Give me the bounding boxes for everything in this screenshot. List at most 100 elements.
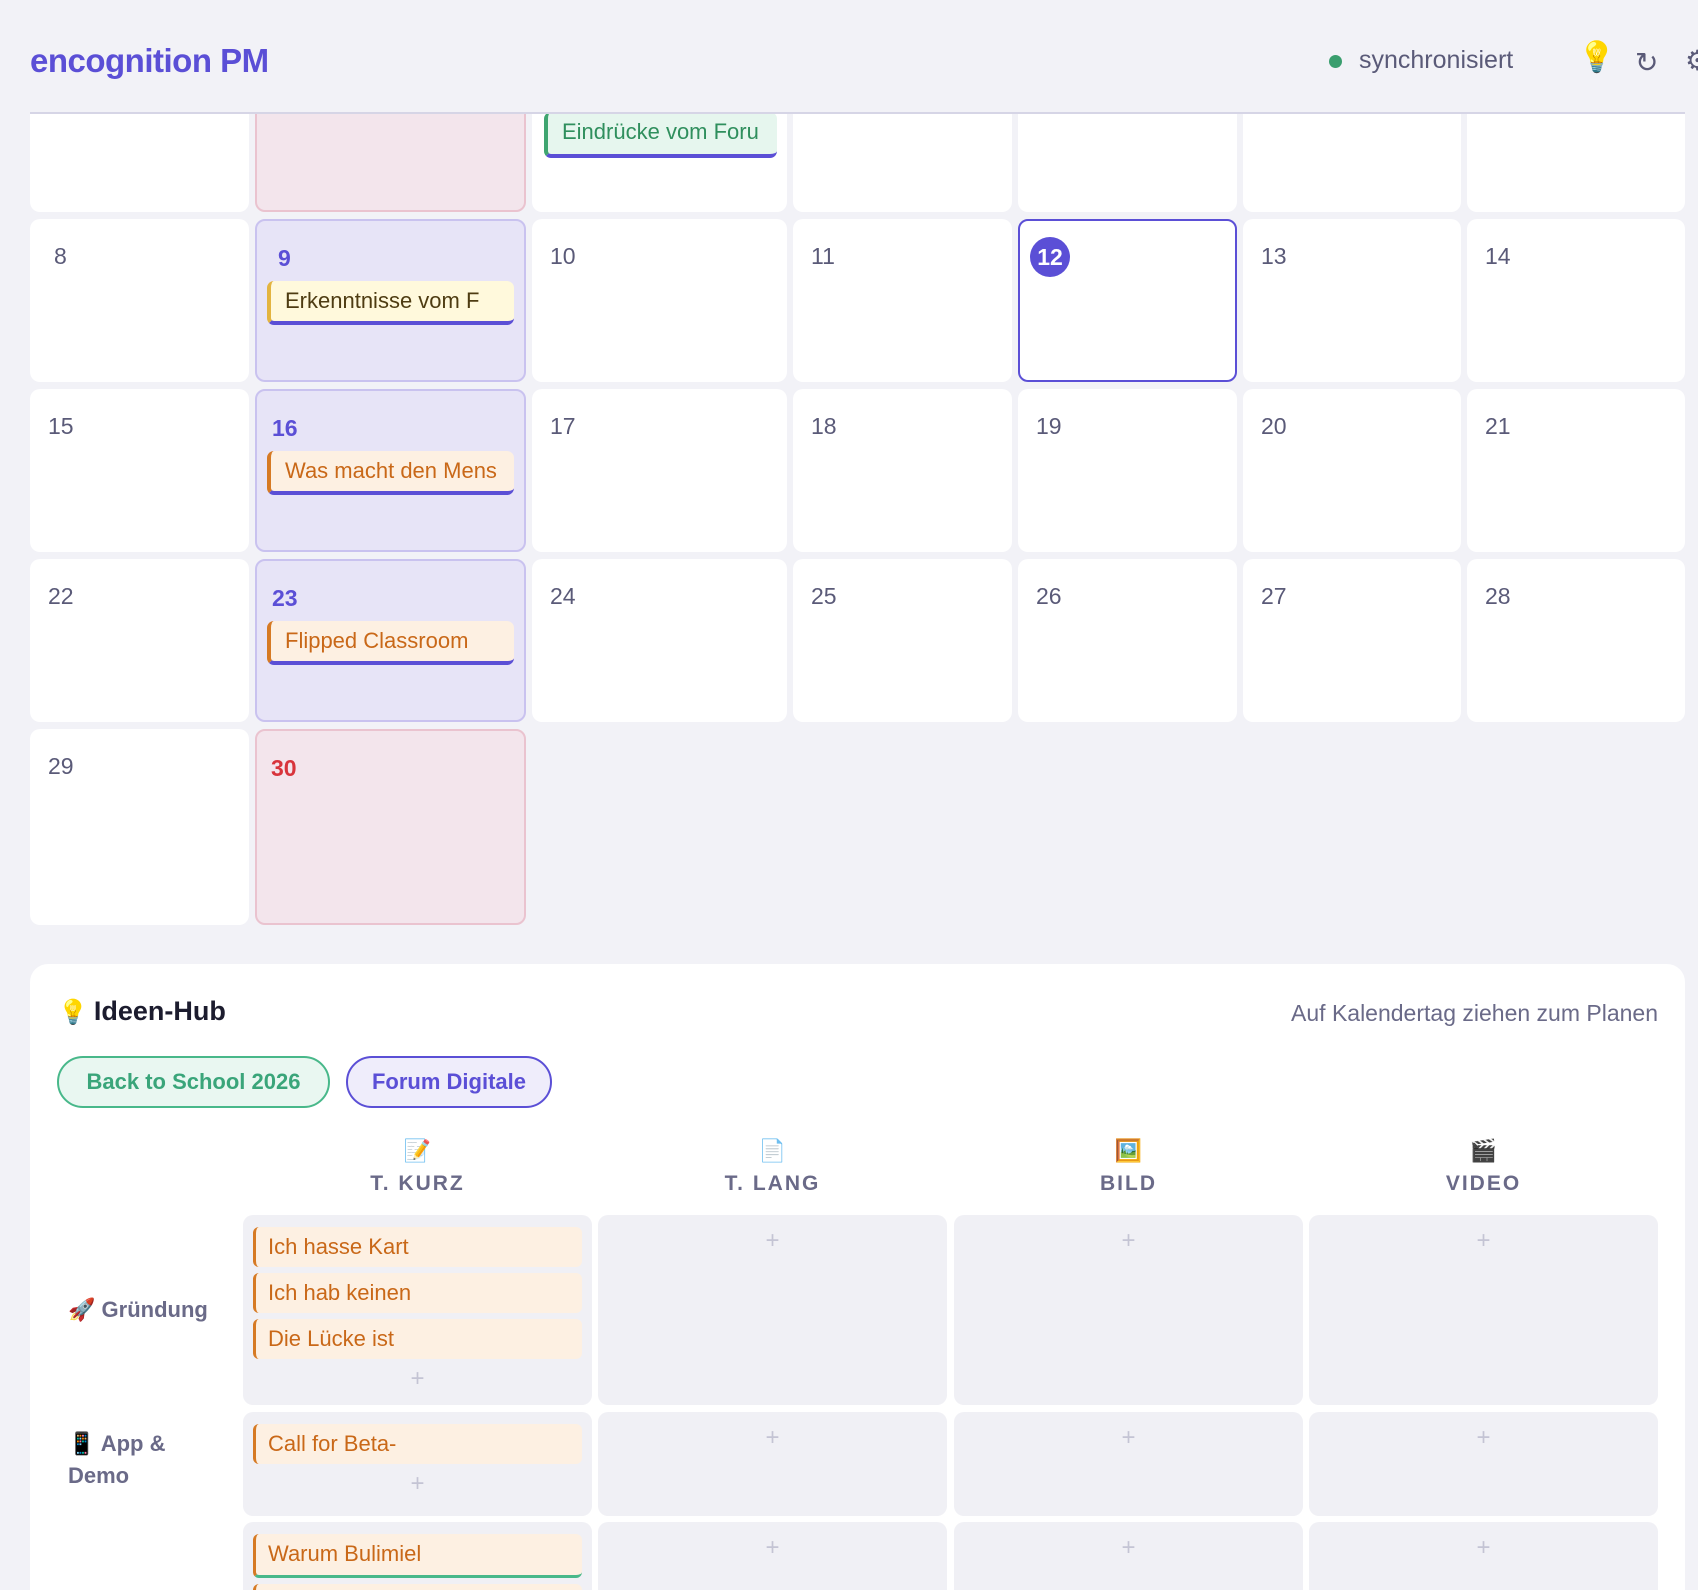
- idea-slot[interactable]: +: [954, 1215, 1303, 1405]
- calendar-day-cell[interactable]: 20: [1243, 389, 1461, 552]
- row-label-gruendung: 🚀 Gründung: [68, 1297, 208, 1322]
- calendar-day-cell[interactable]: 22: [30, 559, 249, 722]
- calendar-day-cell[interactable]: 23 Flipped Classroom: [255, 559, 526, 722]
- calendar-day-cell[interactable]: 15: [30, 389, 249, 552]
- app-header: encognition PM synchronisiert 💡 ↻ ⚙: [30, 0, 1698, 114]
- add-idea-button[interactable]: +: [243, 1365, 592, 1393]
- add-idea-button[interactable]: +: [598, 1227, 947, 1255]
- idea-slot[interactable]: Ich hasse Kart Ich hab keinen Die Lücke …: [243, 1215, 592, 1405]
- calendar-day-cell[interactable]: [793, 100, 1012, 212]
- day-number: 29: [48, 753, 74, 779]
- idea-slot[interactable]: +: [1309, 1412, 1658, 1516]
- calendar-day-cell[interactable]: 9 Erkenntnisse vom F: [255, 219, 526, 382]
- calendar-day-cell[interactable]: 14: [1467, 219, 1685, 382]
- calendar-day-cell[interactable]: 29: [30, 729, 249, 925]
- calendar-day-cell[interactable]: [1243, 100, 1461, 212]
- column-header-t-lang: 📄 T. LANG: [598, 1138, 947, 1196]
- calendar-day-cell[interactable]: 21: [1467, 389, 1685, 552]
- day-number: 23: [272, 585, 298, 611]
- add-idea-button[interactable]: +: [954, 1424, 1303, 1452]
- column-header-bild: 🖼️ BILD: [954, 1138, 1303, 1196]
- calendar-day-cell[interactable]: 10: [532, 219, 787, 382]
- calendar-day-cell[interactable]: 26: [1018, 559, 1237, 722]
- document-icon: 📄: [758, 1138, 787, 1163]
- idea-slot[interactable]: +: [954, 1412, 1303, 1516]
- day-number: 19: [1036, 413, 1062, 439]
- idea-card[interactable]: Warum Bulimiel: [253, 1534, 582, 1578]
- idea-card[interactable]: [253, 1584, 582, 1590]
- idea-slot[interactable]: Call for Beta- +: [243, 1412, 592, 1516]
- sync-status-dot: [1329, 55, 1342, 68]
- hub-hint: Auf Kalendertag ziehen zum Planen: [1291, 1000, 1658, 1026]
- calendar-day-cell[interactable]: 19: [1018, 389, 1237, 552]
- add-idea-button[interactable]: +: [598, 1534, 947, 1562]
- calendar-day-cell[interactable]: 16 Was macht den Mens: [255, 389, 526, 552]
- refresh-icon[interactable]: ↻: [1635, 46, 1658, 79]
- day-number: 8: [54, 243, 67, 269]
- calendar-day-cell[interactable]: 28: [1467, 559, 1685, 722]
- idea-slot[interactable]: +: [598, 1412, 947, 1516]
- day-number: 28: [1485, 583, 1511, 609]
- calendar-day-cell[interactable]: [1018, 100, 1237, 212]
- hub-title: 💡 Ideen-Hub: [58, 996, 226, 1027]
- lightbulb-icon[interactable]: 💡: [1578, 40, 1615, 75]
- idea-slot[interactable]: +: [1309, 1215, 1658, 1405]
- calendar-event[interactable]: Was macht den Mens: [267, 451, 514, 495]
- add-idea-button[interactable]: +: [243, 1470, 592, 1498]
- calendar-day-cell[interactable]: 13: [1243, 219, 1461, 382]
- memo-icon: 📝: [403, 1138, 432, 1163]
- filter-pill-back-to-school[interactable]: Back to School 2026: [57, 1056, 330, 1108]
- calendar-day-cell[interactable]: 24: [532, 559, 787, 722]
- calendar-day-cell[interactable]: [30, 100, 249, 212]
- add-idea-button[interactable]: +: [1309, 1534, 1658, 1562]
- day-number: 14: [1485, 243, 1511, 269]
- image-icon: 🖼️: [1114, 1138, 1143, 1163]
- calendar-day-cell[interactable]: Eindrücke vom Foru: [532, 100, 787, 212]
- calendar-day-cell[interactable]: [255, 100, 526, 212]
- day-number: 24: [550, 583, 576, 609]
- calendar-event[interactable]: Flipped Classroom: [267, 621, 514, 665]
- calendar-day-cell[interactable]: 17: [532, 389, 787, 552]
- idea-card[interactable]: Call for Beta-: [253, 1424, 582, 1464]
- day-number: 18: [811, 413, 837, 439]
- add-idea-button[interactable]: +: [954, 1227, 1303, 1255]
- calendar-event[interactable]: Eindrücke vom Foru: [544, 112, 777, 158]
- calendar-event[interactable]: Erkenntnisse vom F: [267, 281, 514, 325]
- day-number: 20: [1261, 413, 1287, 439]
- calendar-day-cell[interactable]: 11: [793, 219, 1012, 382]
- add-idea-button[interactable]: +: [1309, 1227, 1658, 1255]
- today-badge: 12: [1030, 237, 1070, 277]
- rocket-icon: 🚀: [68, 1297, 96, 1322]
- idea-slot[interactable]: +: [954, 1522, 1303, 1590]
- day-number: 13: [1261, 243, 1287, 269]
- idea-slot[interactable]: +: [1309, 1522, 1658, 1590]
- clapper-icon: 🎬: [1469, 1138, 1498, 1163]
- day-number: 21: [1485, 413, 1511, 439]
- calendar-day-cell[interactable]: 27: [1243, 559, 1461, 722]
- idea-card[interactable]: Ich hasse Kart: [253, 1227, 582, 1267]
- idea-slot[interactable]: +: [598, 1522, 947, 1590]
- add-idea-button[interactable]: +: [598, 1424, 947, 1452]
- calendar-day-cell[interactable]: 8: [30, 219, 249, 382]
- add-idea-button[interactable]: +: [954, 1534, 1303, 1562]
- idea-slot[interactable]: Warum Bulimiel: [243, 1522, 592, 1590]
- gear-icon[interactable]: ⚙: [1685, 44, 1698, 77]
- idea-card[interactable]: Die Lücke ist: [253, 1319, 582, 1359]
- calendar-day-cell[interactable]: [1467, 100, 1685, 212]
- calendar-day-cell-today[interactable]: 12: [1018, 219, 1237, 382]
- app-title: encognition PM: [30, 42, 269, 79]
- calendar-day-cell[interactable]: 18: [793, 389, 1012, 552]
- column-header-video: 🎬 VIDEO: [1309, 1138, 1658, 1196]
- filter-pill-forum-digitale[interactable]: Forum Digitale: [346, 1056, 552, 1108]
- day-number: 30: [271, 755, 297, 781]
- ideen-hub-panel: 💡 Ideen-Hub Auf Kalendertag ziehen zum Pl…: [30, 964, 1685, 1590]
- sync-status-text: synchronisiert: [1359, 46, 1514, 74]
- calendar-day-cell[interactable]: 25: [793, 559, 1012, 722]
- column-header-t-kurz: 📝 T. KURZ: [243, 1138, 592, 1196]
- row-label-app-demo: 📱 App & Demo: [68, 1431, 166, 1488]
- add-idea-button[interactable]: +: [1309, 1424, 1658, 1452]
- day-number: 26: [1036, 583, 1062, 609]
- calendar-day-cell-holiday[interactable]: 30: [255, 729, 526, 925]
- idea-card[interactable]: Ich hab keinen: [253, 1273, 582, 1313]
- idea-slot[interactable]: +: [598, 1215, 947, 1405]
